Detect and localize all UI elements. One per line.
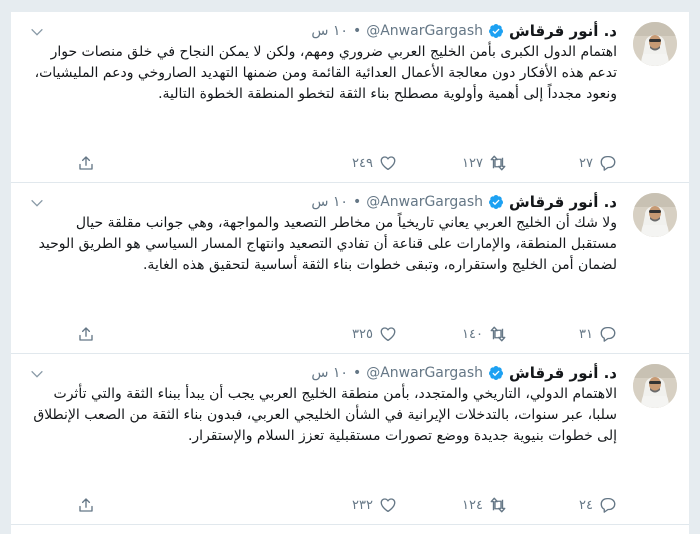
- tweet-header: د. أنور قرقاش @AnwarGargash • ١٠ س: [311, 20, 617, 42]
- tweet-timeline: د. أنور قرقاش @AnwarGargash • ١٠ س اهتما…: [10, 12, 690, 534]
- author-handle[interactable]: @AnwarGargash: [366, 23, 483, 39]
- verified-badge-icon: [489, 366, 504, 380]
- share-button[interactable]: [77, 323, 95, 345]
- tweet[interactable]: د. أنور قرقاش @AnwarGargash • ١٠ س الاهت…: [11, 354, 689, 525]
- avatar-image: [633, 22, 677, 66]
- tweet-actions: ٣١ ١٤٠ ٣٢٥: [27, 323, 617, 345]
- separator-dot: •: [352, 23, 362, 39]
- tweet-timestamp[interactable]: ١٠ س: [311, 365, 348, 381]
- avatar[interactable]: [633, 22, 677, 66]
- like-count: ٢٣٢: [352, 497, 373, 513]
- avatar-image: [633, 364, 677, 408]
- avatar-image: [633, 193, 677, 237]
- like-icon: [380, 327, 396, 342]
- tweet-actions: ٢٧ ١٢٧ ٢٤٩: [27, 152, 617, 174]
- tweet-actions: ٢٤ ١٢٤ ٢٣٢: [27, 494, 617, 516]
- verified-badge-icon: [489, 195, 504, 209]
- chevron-down-icon[interactable]: [29, 24, 45, 40]
- reply-button[interactable]: ٢٤: [579, 494, 617, 516]
- like-button[interactable]: ٢٣٢: [352, 494, 397, 516]
- reply-icon: [600, 326, 616, 342]
- tweet-timestamp[interactable]: ١٠ س: [311, 23, 348, 39]
- avatar[interactable]: [633, 364, 677, 408]
- retweet-button[interactable]: ١٢٤: [462, 494, 507, 516]
- tweet-header: د. أنور قرقاش @AnwarGargash • ١٠ س: [311, 362, 617, 384]
- reply-icon: [600, 155, 616, 171]
- retweet-icon: [490, 155, 506, 171]
- share-icon: [79, 498, 93, 512]
- retweet-count: ١٢٤: [462, 497, 483, 513]
- retweet-count: ١٢٧: [462, 155, 483, 171]
- like-icon: [380, 156, 396, 171]
- share-icon: [79, 327, 93, 341]
- retweet-count: ١٤٠: [462, 326, 483, 342]
- tweet-timestamp[interactable]: ١٠ س: [311, 194, 348, 210]
- separator-dot: •: [352, 365, 362, 381]
- like-count: ٢٤٩: [352, 155, 373, 171]
- share-button[interactable]: [77, 494, 95, 516]
- chevron-down-icon[interactable]: [29, 195, 45, 211]
- like-button[interactable]: ٢٤٩: [352, 152, 397, 174]
- reply-count: ٣١: [579, 326, 593, 342]
- like-count: ٣٢٥: [352, 326, 373, 342]
- share-button[interactable]: [77, 152, 95, 174]
- tweet[interactable]: د. أنور قرقاش @AnwarGargash • ١٠ س اهتما…: [11, 12, 689, 183]
- avatar[interactable]: [633, 193, 677, 237]
- reply-count: ٢٤: [579, 497, 593, 513]
- chevron-down-icon[interactable]: [29, 366, 45, 382]
- reply-count: ٢٧: [579, 155, 593, 171]
- tweet-header: د. أنور قرقاش @AnwarGargash • ١٠ س: [311, 191, 617, 213]
- retweet-icon: [490, 497, 506, 513]
- tweet-text: اهتمام الدول الكبرى بأمن الخليج العربي ض…: [34, 44, 617, 102]
- author-handle[interactable]: @AnwarGargash: [366, 365, 483, 381]
- retweet-icon: [490, 326, 506, 342]
- retweet-button[interactable]: ١٤٠: [462, 323, 507, 345]
- author-name[interactable]: د. أنور قرقاش: [509, 364, 617, 382]
- separator-dot: •: [352, 194, 362, 210]
- like-button[interactable]: ٣٢٥: [352, 323, 397, 345]
- retweet-button[interactable]: ١٢٧: [462, 152, 507, 174]
- author-name[interactable]: د. أنور قرقاش: [509, 193, 617, 211]
- verified-badge-icon: [489, 24, 504, 38]
- author-name[interactable]: د. أنور قرقاش: [509, 22, 617, 40]
- reply-button[interactable]: ٢٧: [579, 152, 617, 174]
- tweet-text: الاهتمام الدولي، التاريخي والمتجدد، بأمن…: [33, 386, 617, 444]
- share-icon: [79, 156, 93, 170]
- author-handle[interactable]: @AnwarGargash: [366, 194, 483, 210]
- like-icon: [380, 498, 396, 513]
- reply-button[interactable]: ٣١: [579, 323, 617, 345]
- reply-icon: [600, 497, 616, 513]
- tweet-text: ولا شك أن الخليج العربي يعاني تاريخياً م…: [38, 215, 617, 273]
- tweet[interactable]: د. أنور قرقاش @AnwarGargash • ١٠ س ولا ش…: [11, 183, 689, 354]
